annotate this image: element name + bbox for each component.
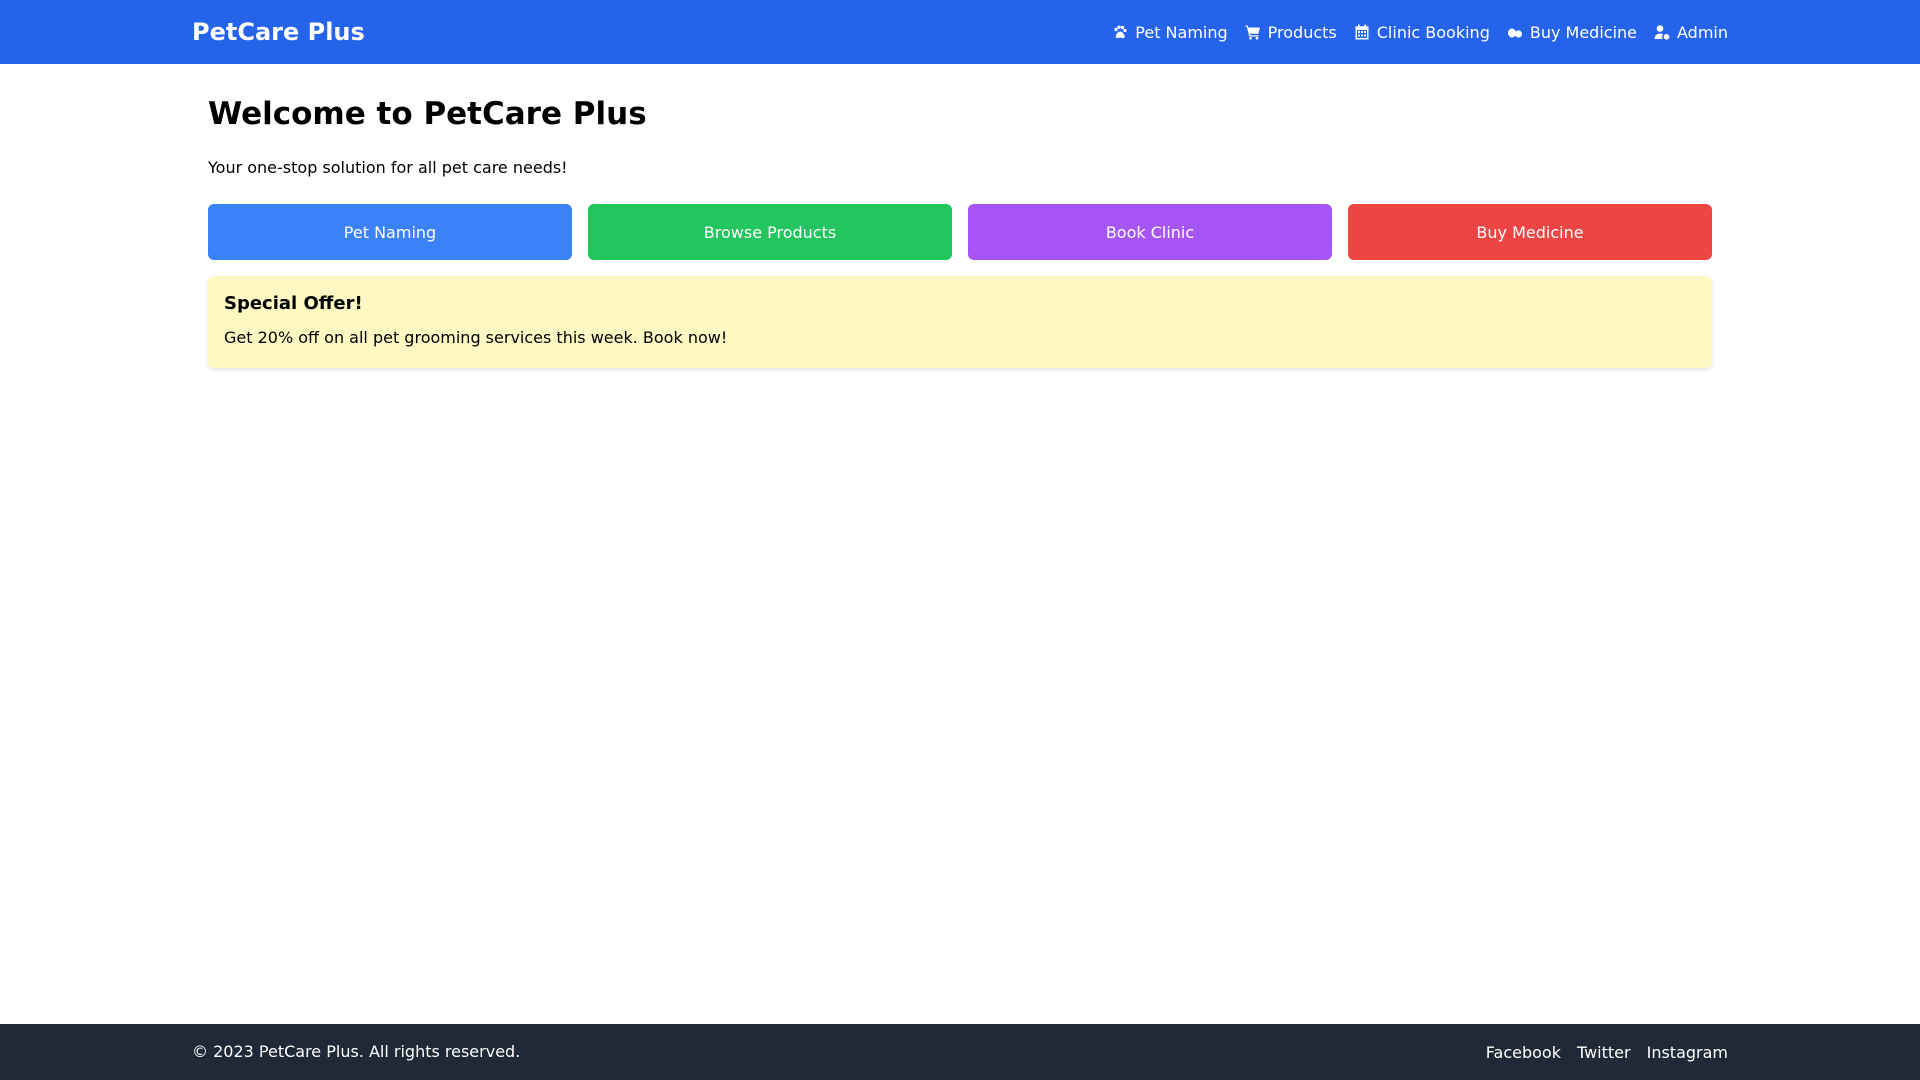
calendar-icon xyxy=(1353,23,1371,41)
nav-link-label: Buy Medicine xyxy=(1529,22,1637,42)
page-title: Welcome to PetCare Plus xyxy=(208,96,647,132)
nav-link-label: Products xyxy=(1267,22,1337,42)
nav-link-admin[interactable]: Admin xyxy=(1653,23,1728,42)
paw-icon xyxy=(1111,23,1129,41)
footer-link-facebook[interactable]: Facebook xyxy=(1486,1043,1561,1062)
page-subtitle: Your one-stop solution for all pet care … xyxy=(208,158,568,177)
nav-links: Pet Naming Products Clinic Booking Buy M… xyxy=(1111,0,1728,64)
brand-logo[interactable]: PetCare Plus xyxy=(192,0,365,64)
footer-links: Facebook Twitter Instagram xyxy=(1486,1024,1728,1080)
pills-icon xyxy=(1506,23,1524,41)
buy-medicine-button[interactable]: Buy Medicine xyxy=(1348,204,1712,260)
nav-link-label: Clinic Booking xyxy=(1376,22,1490,42)
footer-link-instagram[interactable]: Instagram xyxy=(1647,1043,1728,1062)
offer-title: Special Offer! xyxy=(224,293,363,314)
nav-link-label: Pet Naming xyxy=(1135,22,1228,42)
nav-link-buy-medicine[interactable]: Buy Medicine xyxy=(1506,23,1637,42)
navbar: PetCare Plus Pet Naming Products Clinic … xyxy=(0,0,1920,64)
browse-products-button[interactable]: Browse Products xyxy=(588,204,952,260)
cart-icon xyxy=(1244,23,1262,41)
nav-link-label: Admin xyxy=(1677,22,1728,42)
user-gear-icon xyxy=(1653,23,1671,41)
footer-link-twitter[interactable]: Twitter xyxy=(1577,1043,1631,1062)
offer-text: Get 20% off on all pet grooming services… xyxy=(224,328,728,347)
nav-link-pet-naming[interactable]: Pet Naming xyxy=(1111,22,1228,42)
footer-copyright: © 2023 PetCare Plus. All rights reserved… xyxy=(192,1042,521,1061)
footer: © 2023 PetCare Plus. All rights reserved… xyxy=(0,1024,1920,1080)
pet-naming-button[interactable]: Pet Naming xyxy=(208,204,572,260)
quick-actions: Pet Naming Browse Products Book Clinic B… xyxy=(208,204,1712,260)
nav-link-products[interactable]: Products xyxy=(1244,23,1337,42)
book-clinic-button[interactable]: Book Clinic xyxy=(968,204,1332,260)
nav-link-clinic-booking[interactable]: Clinic Booking xyxy=(1353,23,1490,42)
special-offer-banner: Special Offer! Get 20% off on all pet gr… xyxy=(208,276,1712,368)
